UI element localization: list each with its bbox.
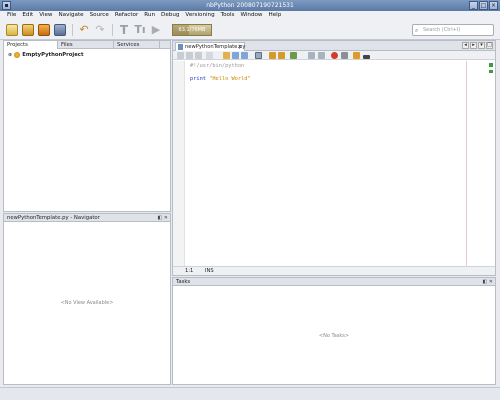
project-label: EmptyPythonProject xyxy=(22,52,84,58)
stop-macro-icon[interactable] xyxy=(331,52,338,59)
find-icon[interactable] xyxy=(223,52,230,59)
toggle-highlight-icon[interactable] xyxy=(255,52,262,59)
minimize-button[interactable]: _ xyxy=(469,1,478,10)
toggle-bookmark-icon[interactable] xyxy=(290,52,297,59)
menu-bar: File Edit View Navigate Source Refactor … xyxy=(0,11,500,20)
maximize-editor-icon[interactable]: □ xyxy=(486,42,493,49)
close-tab-icon[interactable]: × xyxy=(238,43,242,51)
tab-files[interactable]: Files xyxy=(58,41,114,49)
tab-projects[interactable]: Projects xyxy=(4,41,58,49)
menu-run[interactable]: Run xyxy=(141,11,158,20)
window-titlebar: ▪ nbPython 200807190721531 _ □ × xyxy=(0,0,500,11)
menu-versioning[interactable]: Versioning xyxy=(182,11,217,20)
find-next-icon[interactable] xyxy=(241,52,248,59)
save-all-icon[interactable] xyxy=(54,24,66,36)
window-title: nbPython 200807190721531 xyxy=(206,2,294,9)
editor-panel: newPythonTemplate.py × ◂ ▸ ▾ □ #!/usr/bi… xyxy=(172,40,496,276)
projects-tabs: Projects Files Services xyxy=(4,41,170,49)
error-stripe-mark xyxy=(489,70,493,73)
close-window-button[interactable]: × xyxy=(489,1,498,10)
insert-mode: INS xyxy=(205,268,214,274)
clean-build-icon[interactable]: Tı xyxy=(134,24,146,36)
code-line-1: #!/usr/bin/python xyxy=(190,63,245,69)
navigator-panel-controls[interactable]: ◧ ✕ xyxy=(157,214,168,222)
menu-refactor[interactable]: Refactor xyxy=(112,11,141,20)
tasks-header: Tasks ◧ ✕ xyxy=(173,278,495,286)
menu-navigate[interactable]: Navigate xyxy=(56,11,87,20)
tab-list-icon[interactable]: ▾ xyxy=(478,42,485,49)
print-keyword: print xyxy=(190,76,206,82)
back-icon[interactable] xyxy=(177,52,184,59)
toolbar-separator xyxy=(72,24,73,36)
tree-item-project[interactable]: ⊕ EmptyPythonProject xyxy=(8,52,83,58)
navigator-header: newPythonTemplate.py - Navigator ◧ ✕ xyxy=(4,214,170,222)
python-file-icon xyxy=(178,44,183,50)
tasks-title: Tasks xyxy=(176,279,191,285)
error-stripe-ok-icon xyxy=(489,63,493,67)
tasks-panel: Tasks ◧ ✕ <No Tasks> xyxy=(172,277,496,385)
new-project-icon[interactable] xyxy=(22,24,34,36)
search-icon: ⌕ xyxy=(415,27,419,34)
maximize-button[interactable]: □ xyxy=(479,1,488,10)
next-bookmark-icon[interactable] xyxy=(278,52,285,59)
shift-right-icon[interactable] xyxy=(318,52,325,59)
menu-edit[interactable]: Edit xyxy=(19,11,36,20)
menu-help[interactable]: Help xyxy=(266,11,285,20)
code-line-2: print "Hello World" xyxy=(190,76,251,82)
tasks-panel-controls[interactable]: ◧ ✕ xyxy=(482,278,493,286)
open-project-icon[interactable] xyxy=(38,24,50,36)
last-edit-icon[interactable] xyxy=(195,52,202,59)
caret-position: 1:1 xyxy=(185,268,194,274)
memory-label: 63.1/76MB xyxy=(178,27,206,33)
menu-view[interactable]: View xyxy=(36,11,55,20)
hello-string: "Hello World" xyxy=(209,76,251,82)
editor-toolbar xyxy=(173,51,495,60)
editor-status-bar: 1:1 INS xyxy=(173,266,495,275)
tab-services[interactable]: Services xyxy=(114,41,160,49)
navigator-empty-text: <No View Available> xyxy=(60,300,114,306)
main-toolbar: ↶ ↷ T Tı ▶ 63.1/76MB ⌕ Search (Ctrl+I) xyxy=(0,20,500,40)
navigator-panel: newPythonTemplate.py - Navigator ◧ ✕ <No… xyxy=(3,213,171,385)
python-project-icon xyxy=(14,52,21,58)
window-menu-icon: ▪ xyxy=(2,1,11,10)
search-input[interactable]: ⌕ Search (Ctrl+I) xyxy=(412,24,494,36)
build-icon[interactable]: T xyxy=(118,24,130,36)
record-macro-icon[interactable] xyxy=(341,52,348,59)
ide-status-bar xyxy=(0,387,500,400)
editor-tabs: newPythonTemplate.py × ◂ ▸ ▾ □ xyxy=(173,41,495,51)
navigator-title: newPythonTemplate.py - Navigator xyxy=(7,215,100,221)
expand-icon[interactable]: ⊕ xyxy=(8,52,12,58)
uncomment-icon[interactable] xyxy=(363,55,370,59)
editor-tab-label: newPythonTemplate.py xyxy=(185,44,246,50)
search-placeholder: Search (Ctrl+I) xyxy=(423,27,461,33)
memory-indicator[interactable]: 63.1/76MB xyxy=(172,24,212,36)
menu-tools[interactable]: Tools xyxy=(218,11,238,20)
run-icon[interactable]: ▶ xyxy=(150,24,162,36)
line-gutter xyxy=(173,61,185,266)
forward-icon[interactable] xyxy=(186,52,193,59)
editor-tab-file[interactable]: newPythonTemplate.py × xyxy=(175,42,245,51)
menu-window[interactable]: Window xyxy=(237,11,265,20)
find-previous-icon[interactable] xyxy=(232,52,239,59)
redo-icon[interactable]: ↷ xyxy=(94,24,106,36)
new-file-icon[interactable] xyxy=(6,24,18,36)
scroll-right-icon[interactable]: ▸ xyxy=(470,42,477,49)
history-icon[interactable] xyxy=(206,52,213,59)
menu-file[interactable]: File xyxy=(4,11,19,20)
undo-icon[interactable]: ↶ xyxy=(78,24,90,36)
comment-icon[interactable] xyxy=(353,52,360,59)
shift-left-icon[interactable] xyxy=(308,52,315,59)
toolbar-separator xyxy=(112,24,113,36)
menu-debug[interactable]: Debug xyxy=(158,11,182,20)
projects-panel: Projects Files Services ⊕ EmptyPythonPro… xyxy=(3,40,171,212)
previous-bookmark-icon[interactable] xyxy=(269,52,276,59)
code-editor[interactable]: #!/usr/bin/python print "Hello World" xyxy=(173,61,495,266)
tasks-empty-text: <No Tasks> xyxy=(318,333,350,339)
scroll-left-icon[interactable]: ◂ xyxy=(462,42,469,49)
right-margin-line xyxy=(466,61,467,266)
window-menu-button[interactable]: ▪ xyxy=(2,1,11,10)
menu-source[interactable]: Source xyxy=(87,11,112,20)
